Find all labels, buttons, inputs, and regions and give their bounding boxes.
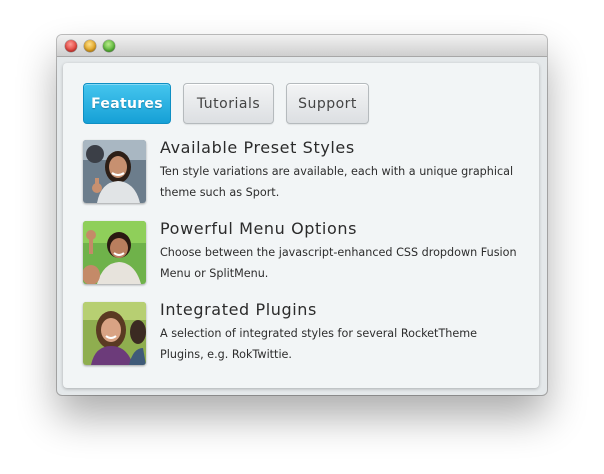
feature-thumbnail <box>83 140 146 203</box>
feature-item: Powerful Menu Options Choose between the… <box>83 219 523 284</box>
feature-description: Choose between the javascript-enhanced C… <box>160 246 517 280</box>
person-photo-icon <box>83 140 146 203</box>
feature-description: A selection of integrated styles for sev… <box>160 327 478 361</box>
feature-item: Integrated Plugins A selection of integr… <box>83 300 523 365</box>
feature-item: Available Preset Styles Ten style variat… <box>83 138 523 203</box>
zoom-icon[interactable] <box>103 40 115 52</box>
close-icon[interactable] <box>65 40 77 52</box>
minimize-icon[interactable] <box>84 40 96 52</box>
tab-support[interactable]: Support <box>286 83 369 124</box>
person-photo-icon <box>83 302 146 365</box>
window-titlebar[interactable] <box>57 35 547 57</box>
feature-thumbnail <box>83 302 146 365</box>
person-photo-icon <box>83 221 146 284</box>
tab-features[interactable]: Features <box>83 83 171 124</box>
feature-title: Integrated Plugins <box>160 300 317 319</box>
app-window: Features Tutorials Support Available Pre… <box>57 35 547 395</box>
feature-description: Ten style variations are available, each… <box>160 165 514 199</box>
feature-thumbnail <box>83 221 146 284</box>
feature-title: Powerful Menu Options <box>160 219 358 238</box>
content-panel: Features Tutorials Support Available Pre… <box>63 63 539 388</box>
tab-tutorials[interactable]: Tutorials <box>183 83 274 124</box>
feature-title: Available Preset Styles <box>160 138 355 157</box>
